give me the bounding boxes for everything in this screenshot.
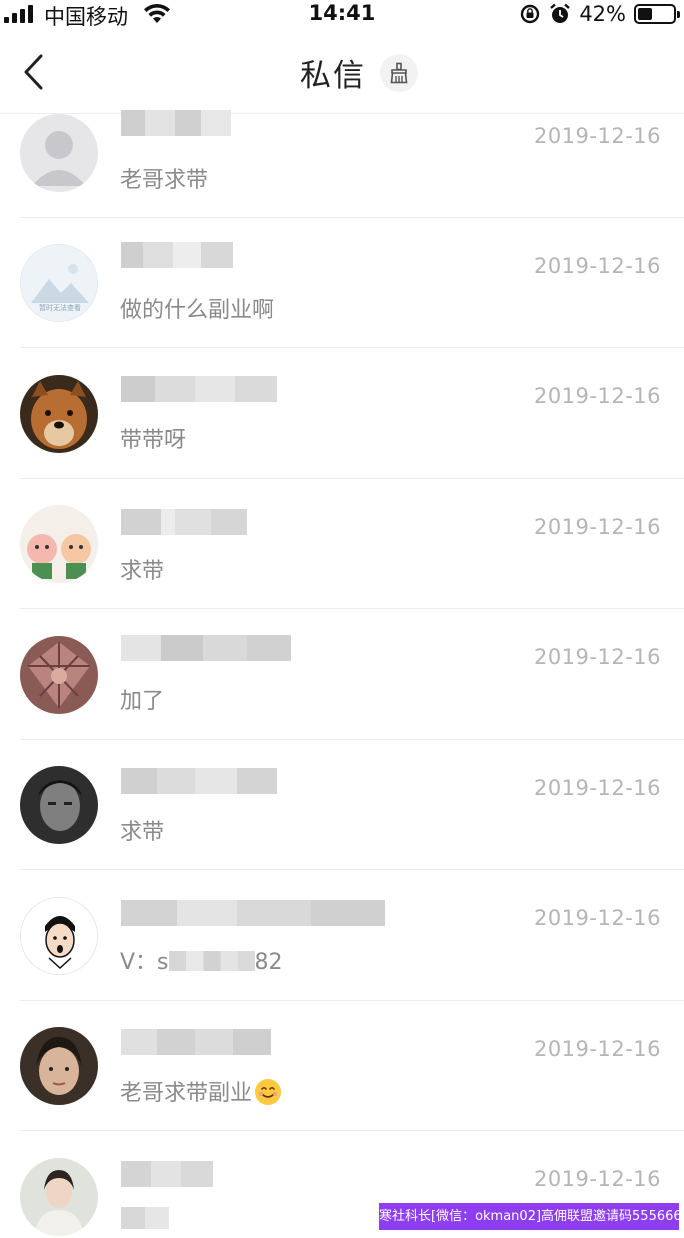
message-prefix: V：s	[120, 950, 169, 975]
default-avatar	[20, 114, 98, 192]
contact-name-blurred	[121, 1029, 271, 1055]
contact-name-blurred	[121, 1161, 213, 1187]
gem-avatar	[20, 636, 98, 714]
message-date: 2019-12-16	[533, 515, 661, 539]
conversation-row[interactable]: V：s 82 2019-12-16	[0, 870, 684, 1001]
message-preview: 做的什么副业啊	[120, 298, 275, 323]
message-preview: 加了	[120, 689, 165, 714]
contact-name-blurred	[121, 900, 385, 926]
conversation-row[interactable]: 带带呀 2019-12-16	[0, 348, 684, 479]
broom-icon	[390, 62, 408, 83]
contact-name-blurred	[121, 110, 231, 136]
contact-name-blurred	[121, 768, 277, 794]
cartoon-face-avatar	[20, 897, 98, 975]
dog-avatar	[20, 375, 98, 453]
message-preview: 老哥求带	[120, 168, 209, 193]
message-date: 2019-12-16	[533, 776, 661, 800]
alarm-icon	[550, 3, 571, 23]
status-bar: 中国移动 14:41 42%	[0, 0, 684, 30]
watermark-banner: 寒社科长[微信：okman02]高佣联盟邀请码555666	[379, 1203, 682, 1230]
contact-name-blurred	[121, 376, 277, 402]
conversation-row[interactable]: 求带 2019-12-16	[0, 479, 684, 609]
battery-fill	[638, 8, 652, 20]
conversation-row[interactable]: 暂时无法查看 做的什么副业啊 2019-12-16	[0, 218, 684, 348]
contact-name-blurred	[121, 635, 291, 661]
message-date: 2019-12-16	[533, 906, 661, 930]
message-date: 2019-12-16	[533, 1037, 661, 1061]
battery-icon	[634, 4, 680, 24]
conversation-row[interactable]: 求带 2019-12-16	[0, 740, 684, 870]
avatar-caption: 暂时无法查看	[39, 304, 81, 312]
rotation-lock-icon	[521, 4, 540, 24]
message-suffix: 82	[254, 950, 283, 975]
message-preview: 求带	[120, 559, 165, 584]
redacted-text	[168, 951, 255, 971]
woman-portrait-avatar	[20, 1027, 98, 1105]
message-date: 2019-12-16	[533, 645, 661, 669]
image-unavailable-avatar: 暂时无法查看	[20, 244, 98, 322]
cartoon-pigs-avatar	[20, 505, 98, 583]
status-right: 42%	[519, 1, 680, 27]
message-date: 2019-12-16	[533, 384, 661, 408]
contact-name-blurred	[121, 509, 247, 535]
man-portrait-avatar	[20, 766, 98, 844]
message-date: 2019-12-16	[533, 254, 661, 278]
message-preview: V：s 82	[120, 944, 283, 976]
message-preview: 老哥求带副业	[120, 1075, 282, 1107]
message-preview: 求带	[120, 820, 165, 845]
conversation-row[interactable]: 老哥求带副业 2019-12-16	[0, 1001, 684, 1131]
conversation-row[interactable]: 老哥求带 2019-12-16	[0, 84, 684, 218]
contact-name-blurred	[121, 242, 233, 268]
message-preview-blurred	[121, 1207, 169, 1229]
message-date: 2019-12-16	[533, 124, 661, 148]
message-preview: 带带呀	[120, 428, 187, 453]
conversation-row[interactable]: 加了 2019-12-16	[0, 609, 684, 740]
message-date: 2019-12-16	[533, 1167, 661, 1191]
battery-percent: 42%	[579, 2, 626, 26]
smiling-face-emoji	[255, 1079, 282, 1105]
lady-portrait-avatar	[20, 1158, 98, 1236]
message-text: 老哥求带副业	[120, 1081, 253, 1106]
